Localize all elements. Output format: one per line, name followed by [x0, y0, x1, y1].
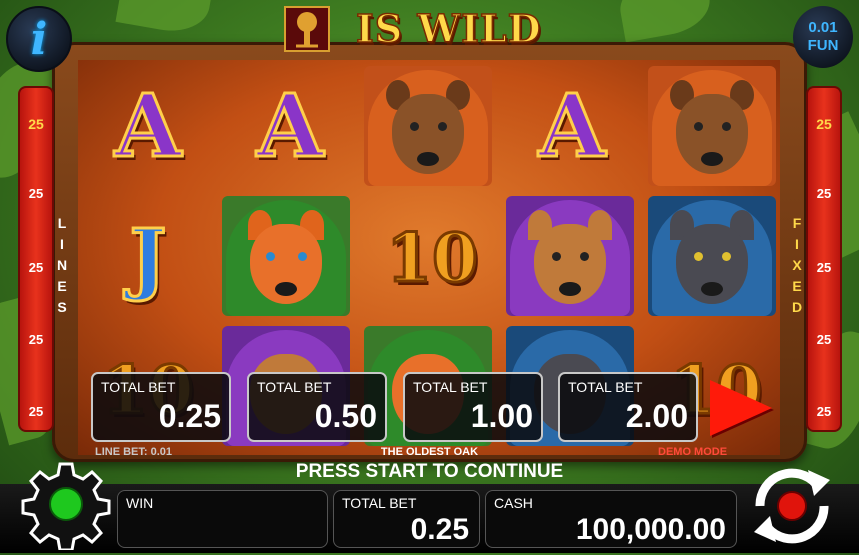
bet-option-label: TOTAL BET — [257, 379, 332, 395]
refresh-arrows-icon — [754, 468, 830, 544]
bet-option-label: TOTAL BET — [413, 379, 488, 395]
line-count: 25 — [28, 404, 44, 419]
game-name: THE OLDEST OAK — [380, 446, 479, 458]
coin-value-button[interactable]: 0.01 FUN — [793, 6, 853, 68]
bet-option-label: TOTAL BET — [101, 379, 176, 395]
line-count: 25 — [28, 116, 44, 132]
bet-option-value: 0.50 — [314, 398, 377, 434]
oak-tree-icon — [284, 6, 330, 52]
cash-panel: CASH 100,000.00 — [485, 490, 737, 548]
line-count: 25 — [28, 260, 44, 275]
play-arrow-button[interactable] — [710, 380, 772, 436]
bet-option-value: 2.00 — [625, 398, 688, 434]
line-count: 25 — [28, 186, 44, 201]
symbol-deer — [506, 196, 634, 316]
total-bet-value: 0.25 — [410, 513, 469, 546]
win-panel: WIN — [117, 490, 328, 548]
win-label: WIN — [126, 495, 154, 511]
status-message: PRESS START TO CONTINUE — [295, 461, 564, 482]
bet-option-1-00[interactable]: TOTAL BET 1.00 — [403, 372, 543, 442]
symbol-a: A — [537, 74, 607, 178]
info-icon: i — [30, 13, 48, 65]
line-count: 25 — [816, 404, 832, 419]
symbol-bear — [648, 66, 776, 186]
bet-option-2-00[interactable]: TOTAL BET 2.00 — [558, 372, 698, 442]
lines-panel-left: 25 25 25 25 25 — [18, 86, 54, 432]
lines-panel-right: 25 25 25 25 25 — [806, 86, 842, 432]
coin-value: 0.01 — [808, 19, 838, 36]
symbol-bear — [364, 66, 492, 186]
line-count: 25 — [28, 332, 44, 347]
cash-label: CASH — [494, 495, 533, 511]
game-title: IS WILD — [355, 5, 542, 52]
settings-gear-button[interactable] — [20, 458, 112, 552]
total-bet-label: TOTAL BET — [342, 495, 417, 511]
total-bet-panel: TOTAL BET 0.25 — [333, 490, 480, 548]
coin-mode: FUN — [807, 37, 839, 54]
bet-option-value: 1.00 — [470, 398, 533, 434]
symbol-10: 10 — [385, 218, 480, 299]
autoplay-spin-button[interactable] — [746, 462, 838, 550]
bet-option-0-50[interactable]: TOTAL BET 0.50 — [247, 372, 387, 442]
symbol-j: J — [128, 211, 168, 305]
info-button[interactable]: i — [6, 6, 72, 72]
game-logo: IS WILD — [278, 4, 578, 54]
symbol-fox — [222, 196, 350, 316]
symbol-a: A — [113, 74, 183, 178]
line-count: 25 — [816, 260, 832, 275]
bet-option-value: 0.25 — [158, 398, 221, 434]
symbol-wolf — [648, 196, 776, 316]
line-count: 25 — [816, 186, 832, 201]
lines-label: L I N E S — [56, 215, 68, 315]
line-count: 25 — [816, 332, 832, 347]
gear-icon — [21, 462, 111, 552]
bet-option-label: TOTAL BET — [568, 379, 643, 395]
cash-value: 100,000.00 — [575, 513, 726, 546]
symbol-a: A — [255, 74, 325, 178]
line-count: 25 — [816, 116, 832, 132]
fixed-label: F I X E D — [791, 215, 803, 315]
demo-mode-label: DEMO MODE — [658, 446, 728, 458]
bet-option-0-25[interactable]: TOTAL BET 0.25 — [91, 372, 231, 442]
